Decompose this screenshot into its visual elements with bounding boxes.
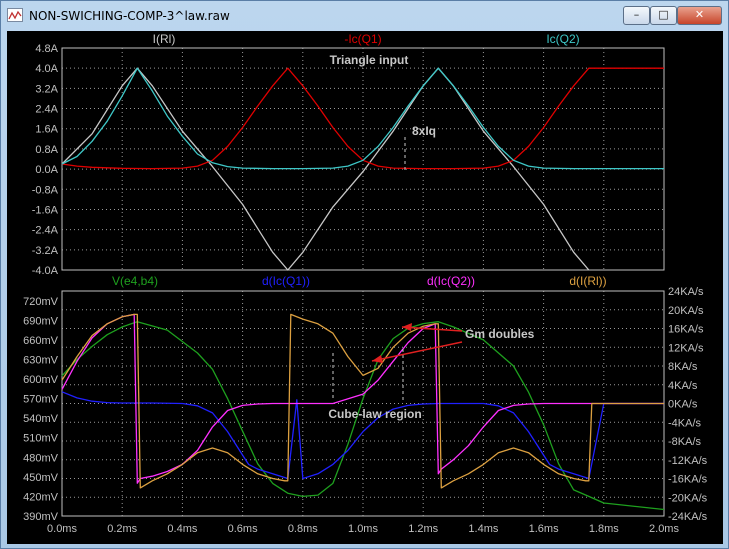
- pane2-right-tick-label: 24KA/s: [668, 286, 704, 298]
- pane2-left-tick-label: 660mV: [23, 335, 59, 347]
- pane2-xtick-label: 0.0ms: [47, 523, 77, 535]
- pane2-xtick-label: 2.0ms: [649, 523, 679, 535]
- pane1-ytick-label: 4.8A: [35, 43, 58, 55]
- pane2-left-tick-label: 690mV: [23, 315, 59, 327]
- pane1-ytick-label: 3.2A: [35, 83, 58, 95]
- pane1-ytick-label: 2.4A: [35, 104, 58, 116]
- waveform-app-icon: [7, 8, 23, 22]
- pane2-left-tick-label: 720mV: [23, 296, 59, 308]
- pane2-series-d-i-rl: [61, 313, 664, 489]
- legend-v-e4-b4[interactable]: V(e4,b4): [112, 274, 158, 288]
- pane1-ytick-label: -4.0A: [32, 265, 59, 277]
- pane1-ytick-label: -0.8A: [32, 184, 59, 196]
- pane2-right-tick-label: 0KA/s: [668, 399, 698, 411]
- pane2-right-tick-label: 16KA/s: [668, 324, 704, 336]
- pane2-left-tick-label: 420mV: [23, 491, 59, 503]
- pane1-series-neg-ic-q1: [61, 67, 664, 170]
- pane1-ytick-label: -2.4A: [32, 225, 59, 237]
- pane2-left-tick-label: 540mV: [23, 413, 59, 425]
- gm-arrowhead-upper: [402, 323, 412, 331]
- gm-arrow-lower: [371, 341, 463, 362]
- pane2-right-tick-label: -20KA/s: [668, 492, 708, 504]
- legend-d-ic-q2[interactable]: d(Ic(Q2)): [427, 274, 475, 288]
- pane1-ytick-label: -3.2A: [32, 245, 59, 257]
- close-button[interactable]: ✕: [677, 6, 722, 25]
- ltspice-waveform-window: NON-SWICHING-COMP-3^law.raw – □ ✕ 4.8A 4.…: [0, 0, 729, 549]
- minimize-button[interactable]: –: [623, 6, 650, 25]
- pane2-right-tick-label: -4KA/s: [668, 417, 702, 429]
- pane2-left-tick-label: 480mV: [23, 452, 59, 464]
- window-title: NON-SWICHING-COMP-3^law.raw: [29, 9, 230, 23]
- pane1-ytick-label: 0.0A: [35, 164, 58, 176]
- pane2-right-tick-label: -16KA/s: [668, 474, 708, 486]
- pane2-left-tick-label: 510mV: [23, 433, 59, 445]
- legend-neg-ic-q1[interactable]: -Ic(Q1): [344, 32, 381, 46]
- pane2-right-tick-label: -24KA/s: [668, 511, 708, 523]
- pane1-ytick-label: 0.8A: [35, 144, 58, 156]
- plot-area[interactable]: 4.8A 4.0A 3.2A 2.4A 1.6A 0.8A 0.0A -0.8A -1.6A -2…: [7, 31, 723, 544]
- legend-d-i-rl[interactable]: d(I(Rl)): [569, 274, 606, 288]
- pane2-right-tick-label: -12KA/s: [668, 455, 708, 467]
- pane2-xtick-label: 1.4ms: [468, 523, 498, 535]
- title-bar[interactable]: NON-SWICHING-COMP-3^law.raw – □ ✕: [1, 1, 728, 31]
- pane-currents[interactable]: 4.8A 4.0A 3.2A 2.4A 1.6A 0.8A 0.0A -0.8A -1.6A -2…: [32, 43, 665, 277]
- pane2-right-tick-label: 4KA/s: [668, 380, 698, 392]
- pane2-right-tick-label: 20KA/s: [668, 305, 704, 317]
- pane2-xtick-label: 0.4ms: [167, 523, 197, 535]
- waveform-plots[interactable]: 4.8A 4.0A 3.2A 2.4A 1.6A 0.8A 0.0A -0.8A -1.6A -2…: [7, 31, 723, 544]
- pane2-left-tick-label: 570mV: [23, 394, 59, 406]
- legend-i-rl[interactable]: I(Rl): [153, 32, 176, 46]
- pane1-ytick-label: 1.6A: [35, 124, 58, 136]
- pane2-xtick-label: 1.0ms: [348, 523, 378, 535]
- pane2-left-tick-label: 390mV: [23, 511, 59, 523]
- pane2-left-tick-label: 450mV: [23, 472, 59, 484]
- pane2-right-tick-label: -8KA/s: [668, 436, 702, 448]
- pane1-ytick-label: 4.0A: [35, 63, 58, 75]
- pane2-left-tick-label: 630mV: [23, 354, 59, 366]
- legend-ic-q2[interactable]: Ic(Q2): [546, 32, 579, 46]
- pane2-right-tick-label: 8KA/s: [668, 361, 698, 373]
- pane2-left-tick-label: 600mV: [23, 374, 59, 386]
- annotation-triangle-input: Triangle input: [330, 53, 409, 67]
- gm-arrowhead-lower: [372, 355, 383, 363]
- pane2-right-tick-label: 12KA/s: [668, 342, 704, 354]
- pane2-xtick-label: 0.2ms: [107, 523, 137, 535]
- annotation-cube-law-region: Cube-law region: [328, 407, 421, 421]
- pane2-xtick-label: 1.2ms: [408, 523, 438, 535]
- pane1-ytick-label: -1.6A: [32, 204, 59, 216]
- annotation-gm-doubles: Gm doubles: [465, 327, 535, 341]
- pane1-series-ic-q2: [61, 67, 664, 170]
- legend-d-ic-q1[interactable]: d(Ic(Q1)): [262, 274, 310, 288]
- pane2-xtick-label: 0.6ms: [228, 523, 258, 535]
- maximize-button[interactable]: □: [650, 6, 677, 25]
- annotation-8xiq: 8xIq: [412, 124, 436, 138]
- pane2-xtick-label: 0.8ms: [288, 523, 318, 535]
- pane2-xtick-label: 1.8ms: [589, 523, 619, 535]
- pane2-xtick-label: 1.6ms: [529, 523, 559, 535]
